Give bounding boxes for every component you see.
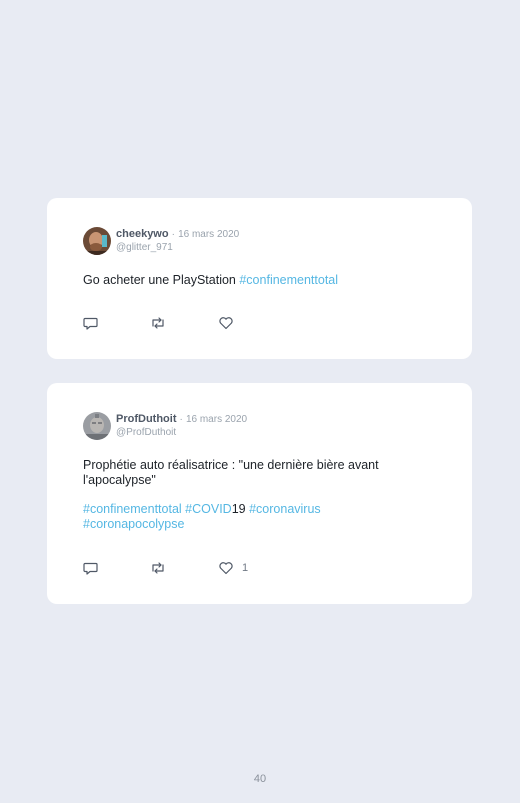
retweet-button[interactable]: [150, 560, 166, 576]
page-number: 40: [253, 773, 267, 785]
hashtag-link[interactable]: #coronavirus: [249, 502, 321, 516]
author-name[interactable]: cheekywo: [116, 228, 169, 240]
tweet-text-body: Go acheter une PlayStation: [83, 273, 240, 287]
tweet-header: cheekywo · 16 mars 2020 @glitter_971: [116, 228, 239, 254]
separator: ·: [179, 414, 183, 425]
tweet-card: cheekywo · 16 mars 2020 @glitter_971 Go …: [47, 198, 472, 359]
author-handle[interactable]: @glitter_971: [116, 242, 239, 254]
like-button[interactable]: 1: [218, 560, 248, 576]
heart-icon: [218, 560, 234, 576]
tweet-text-body: Prophétie auto réalisatrice : "une derni…: [83, 458, 379, 487]
hashtag-link[interactable]: #confinementtotal: [83, 502, 182, 516]
separator: ·: [171, 229, 175, 240]
hashtag-suffix: 19: [231, 502, 246, 516]
like-button[interactable]: [218, 315, 242, 331]
author-name[interactable]: ProfDuthoit: [116, 413, 176, 425]
like-count: 1: [242, 562, 249, 574]
tweet-hashtags: #confinementtotal #COVID19 #coronavirus …: [83, 502, 423, 532]
retweet-icon: [150, 315, 166, 331]
tweet-card: ProfDuthoit · 16 mars 2020 @ProfDuthoit …: [47, 383, 472, 604]
author-handle[interactable]: @ProfDuthoit: [116, 427, 247, 439]
hashtag-link[interactable]: #confinementtotal: [239, 273, 338, 287]
hashtag-link[interactable]: #coronapocolypse: [83, 517, 184, 531]
reply-button[interactable]: [83, 560, 99, 576]
tweet-header: ProfDuthoit · 16 mars 2020 @ProfDuthoit: [116, 413, 247, 439]
heart-icon: [218, 315, 234, 331]
retweet-button[interactable]: [150, 315, 166, 331]
avatar[interactable]: [83, 227, 111, 255]
tweet-text: Go acheter une PlayStation #confinementt…: [83, 273, 423, 288]
avatar[interactable]: [83, 412, 111, 440]
reply-icon: [83, 315, 99, 331]
tweet-actions: [83, 315, 333, 331]
retweet-icon: [150, 560, 166, 576]
reply-button[interactable]: [83, 315, 99, 331]
tweet-actions: 1: [83, 560, 333, 576]
tweet-date[interactable]: 16 mars 2020: [186, 414, 247, 425]
reply-icon: [83, 560, 99, 576]
hashtag-link[interactable]: #COVID: [185, 502, 232, 516]
tweet-text: Prophétie auto réalisatrice : "une derni…: [83, 458, 423, 488]
tweet-date[interactable]: 16 mars 2020: [178, 229, 239, 240]
